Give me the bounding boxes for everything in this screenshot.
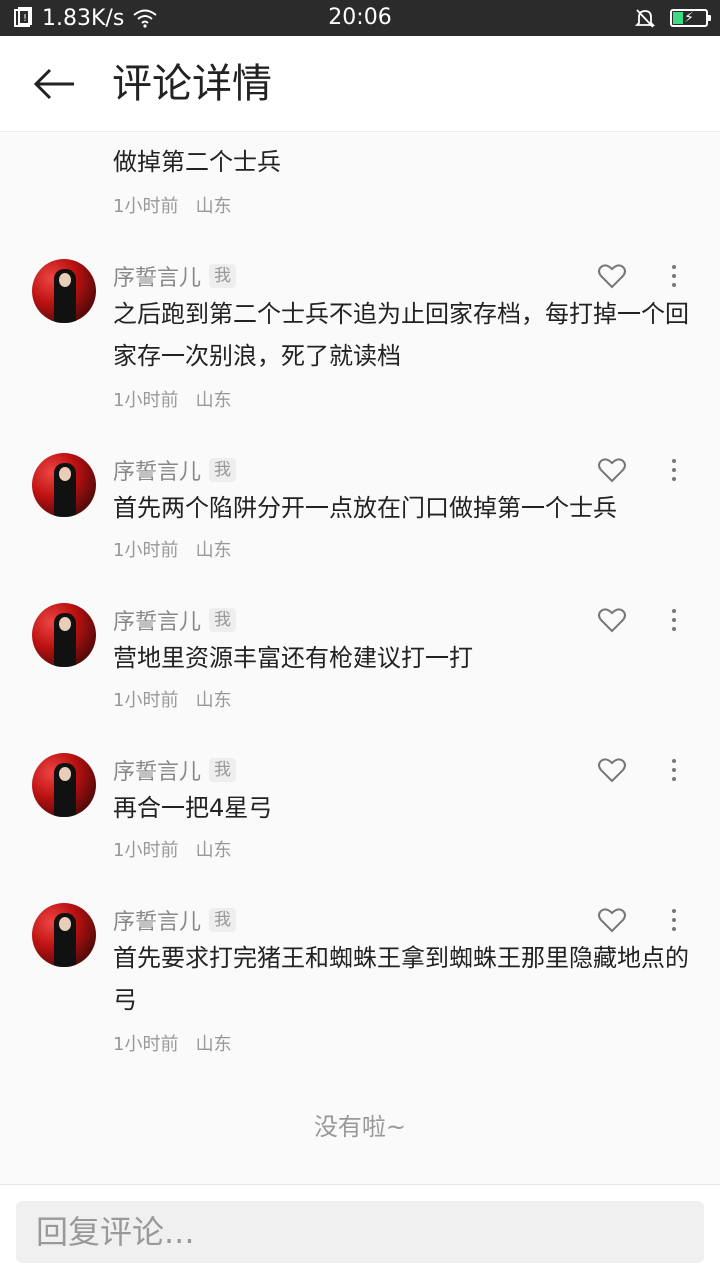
comment-text: 首先要求打完猪王和蜘蛛王拿到蜘蛛王那里隐藏地点的弓 [113,944,689,1014]
comment-location: 山东 [195,390,232,411]
heart-icon [598,264,626,289]
reply-input[interactable] [16,1201,704,1263]
page-title: 评论详情 [112,61,272,107]
more-options-button[interactable] [666,755,682,785]
comment-location: 山东 [195,540,232,561]
me-badge: 我 [209,758,237,782]
comment-text: 再合一把4星弓 [113,794,273,822]
comment-meta: 1小时前 山东 [113,686,232,712]
status-right: ⚡ [634,0,711,36]
avatar[interactable] [32,453,96,517]
comment-meta: 1小时前 山东 [113,536,232,562]
like-button[interactable] [598,757,626,783]
end-of-list-text: 没有啦~ [313,1113,407,1141]
mute-bell-icon [634,9,656,28]
more-options-button[interactable] [666,605,682,635]
me-badge: 我 [209,608,237,632]
partial-comment-meta: 1小时前 山东 [113,192,232,218]
comment-text: 营地里资源丰富还有枪建议打一打 [113,644,473,672]
comment-text: 之后跑到第二个士兵不追为止回家存档，每打掉一个回家存一次别浪，死了就读档 [113,300,689,370]
status-bar: ! 1.83K/s 20:06 ⚡ [0,0,720,36]
comment-username[interactable]: 序誓言儿 [113,904,201,936]
comment-location: 山东 [195,840,232,861]
more-options-button[interactable] [666,905,682,935]
like-button[interactable] [598,263,626,289]
me-badge: 我 [209,264,237,288]
comment-meta: 1小时前 山东 [113,836,232,862]
comment-user-row: 序誓言儿 我 [113,603,237,637]
comment-time: 1小时前 [113,840,179,861]
more-options-button[interactable] [666,261,682,291]
comment-time: 1小时前 [113,196,179,217]
clock: 20:06 [328,5,392,30]
comment-time: 1小时前 [113,690,179,711]
comment-username[interactable]: 序誓言儿 [113,754,201,786]
comment-list[interactable]: 做掉第二个士兵 1小时前 山东 序誓言儿 我 之后跑到第二个士兵不追为止回家存档… [0,132,720,1184]
comment-time: 1小时前 [113,1034,179,1055]
comment-username[interactable]: 序誓言儿 [113,604,201,636]
like-button[interactable] [598,457,626,483]
avatar[interactable] [32,903,96,967]
battery-icon: ⚡ [670,9,711,27]
comment-user-row: 序誓言儿 我 [113,259,237,293]
like-button[interactable] [598,907,626,933]
header-bar: 评论详情 [0,36,720,132]
comment-time: 1小时前 [113,540,179,561]
avatar[interactable] [32,259,96,323]
comment-meta: 1小时前 山东 [113,386,232,412]
comment-location: 山东 [195,196,232,217]
comment-user-row: 序誓言儿 我 [113,753,237,787]
me-badge: 我 [209,908,237,932]
heart-icon [598,908,626,933]
comment-user-row: 序誓言儿 我 [113,903,237,937]
like-button[interactable] [598,607,626,633]
reply-bar [0,1184,720,1280]
comment-time: 1小时前 [113,390,179,411]
comment-location: 山东 [195,1034,232,1055]
avatar[interactable] [32,753,96,817]
partial-comment-text: 做掉第二个士兵 [113,148,281,176]
comment-text: 首先两个陷阱分开一点放在门口做掉第一个士兵 [113,494,617,522]
comment-meta: 1小时前 山东 [113,1030,232,1056]
me-badge: 我 [209,458,237,482]
avatar[interactable] [32,603,96,667]
heart-icon [598,758,626,783]
comment-location: 山东 [195,690,232,711]
back-button[interactable] [30,64,78,104]
comment-username[interactable]: 序誓言儿 [113,454,201,486]
heart-icon [598,458,626,483]
back-arrow-icon [33,68,74,100]
comment-username[interactable]: 序誓言儿 [113,260,201,292]
comment-user-row: 序誓言儿 我 [113,453,237,487]
heart-icon [598,608,626,633]
more-options-button[interactable] [666,455,682,485]
